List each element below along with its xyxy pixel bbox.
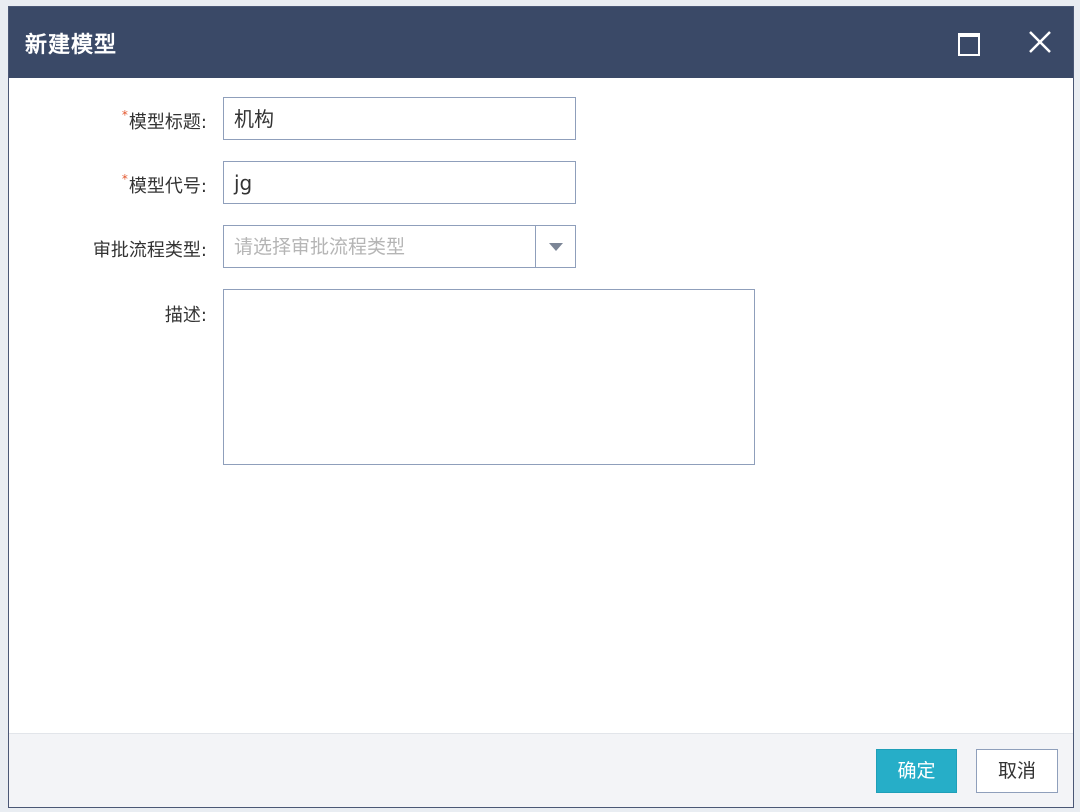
model-title-label-text: 模型标题: bbox=[128, 112, 207, 133]
model-code-input[interactable]: jg bbox=[223, 161, 576, 204]
model-title-label: *模型标题: bbox=[122, 108, 207, 134]
required-mark: * bbox=[121, 172, 128, 186]
description-label: 描述: bbox=[164, 305, 207, 326]
dialog-footer: 确定 取消 bbox=[9, 733, 1073, 807]
close-icon bbox=[1029, 31, 1051, 53]
maximize-icon bbox=[958, 33, 980, 56]
description-textarea[interactable] bbox=[223, 289, 755, 465]
form-row-approval-type: 审批流程类型: 请选择审批流程类型 bbox=[9, 225, 1073, 270]
approval-type-label: 审批流程类型: bbox=[92, 240, 207, 261]
approval-type-select[interactable]: 请选择审批流程类型 bbox=[223, 225, 576, 268]
model-title-input[interactable]: 机构 bbox=[223, 97, 576, 140]
maximize-button[interactable] bbox=[954, 29, 982, 57]
required-mark: * bbox=[121, 108, 128, 122]
dialog-titlebar[interactable]: 新建模型 bbox=[9, 7, 1073, 78]
approval-type-placeholder: 请选择审批流程类型 bbox=[234, 236, 406, 258]
dropdown-toggle[interactable] bbox=[535, 226, 575, 267]
model-code-label: *模型代号: bbox=[122, 172, 207, 198]
confirm-button[interactable]: 确定 bbox=[876, 749, 957, 793]
form-row-title: *模型标题: 机构 bbox=[9, 97, 1073, 142]
dialog-title: 新建模型 bbox=[25, 33, 118, 58]
chevron-down-icon bbox=[549, 243, 563, 251]
new-model-dialog: 新建模型 *模型标题: 机构 *模型代号: jg 审批流程类型: 请选择审批流程… bbox=[8, 6, 1074, 808]
close-button[interactable] bbox=[1025, 27, 1055, 57]
model-code-label-text: 模型代号: bbox=[128, 176, 207, 197]
form-row-code: *模型代号: jg bbox=[9, 161, 1073, 206]
cancel-button[interactable]: 取消 bbox=[976, 749, 1058, 793]
